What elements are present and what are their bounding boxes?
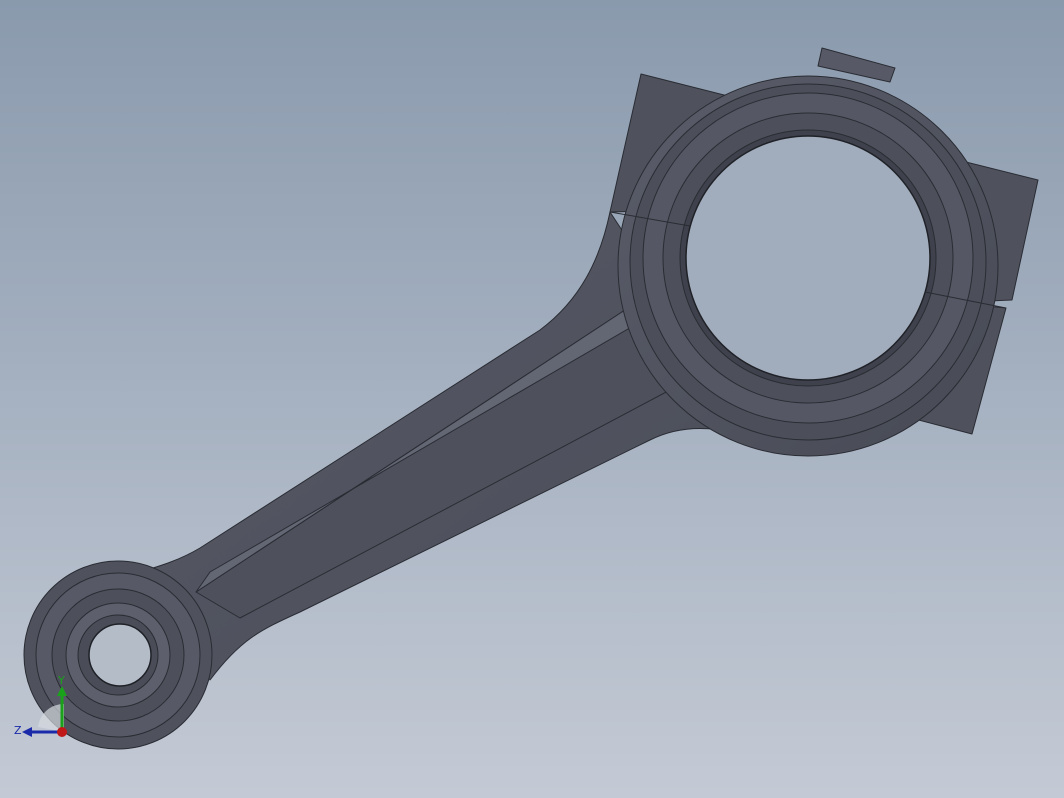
z-axis-arrow-icon (22, 727, 32, 737)
z-axis-label: Z (14, 724, 22, 737)
model-viewport[interactable] (0, 0, 1064, 798)
big-end-bore (685, 135, 931, 381)
y-axis-label: Y (57, 674, 65, 687)
small-end-bore (88, 623, 152, 687)
y-axis-arrow-icon (57, 686, 67, 696)
x-axis-icon (57, 727, 67, 737)
orientation-triad: Y Z (14, 674, 67, 737)
connecting-rod-model[interactable] (23, 47, 1039, 750)
